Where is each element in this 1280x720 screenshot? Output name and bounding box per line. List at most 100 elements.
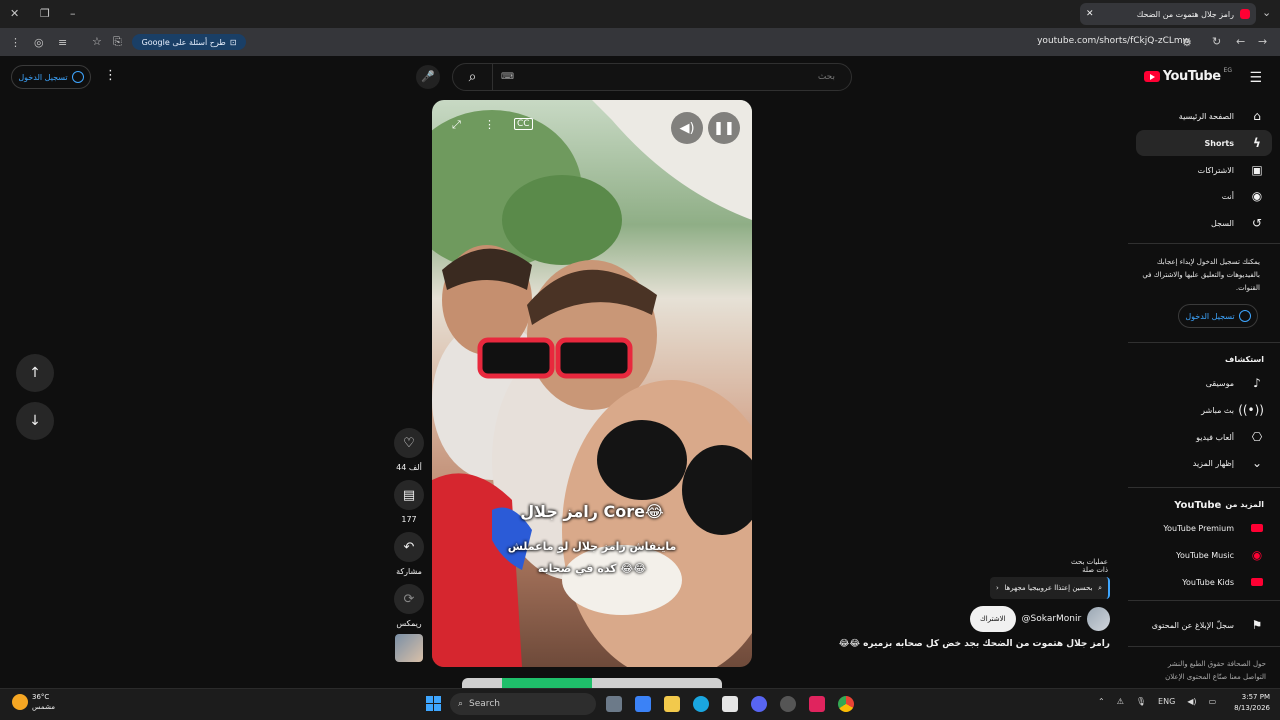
settings-app-icon[interactable]: [780, 696, 796, 712]
comment-icon: ▤: [402, 487, 416, 503]
sidebar-item-youtube-premium[interactable]: YouTube Premium: [1136, 515, 1272, 541]
related-search-chip[interactable]: ⌕ بحسين إعتذاا عروبيجيا مجهرها ‹: [990, 577, 1110, 599]
tab-search-icon[interactable]: ⌄: [1262, 6, 1271, 19]
bookmark-star-icon[interactable]: ☆: [92, 35, 102, 48]
captions-icon[interactable]: CC: [514, 118, 533, 130]
next-short-preview[interactable]: [462, 678, 722, 688]
taskbar-clock[interactable]: 3:57 PM 8/13/2026: [1228, 692, 1270, 714]
browser-tab[interactable]: رامز جلال هتموت من الضحك ✕: [1080, 3, 1256, 25]
subscriptions-icon: ▣: [1251, 163, 1263, 177]
profile-icon[interactable]: ◎: [34, 36, 44, 49]
task-view-icon[interactable]: [606, 696, 622, 712]
install-app-icon[interactable]: ⎘: [113, 35, 122, 49]
footer-line[interactable]: التواصل معنا صنّاع المحتوى الإعلان: [1146, 671, 1266, 684]
battery-icon[interactable]: ▭: [1209, 697, 1217, 706]
sidebar-item-gaming[interactable]: ⎔ ألعاب فيديو: [1136, 424, 1272, 450]
youtube-kids-icon: [1250, 575, 1264, 589]
sidebar-item-live[interactable]: ((•)) بث مباشر: [1136, 397, 1272, 423]
reading-list-icon[interactable]: ≡: [58, 36, 67, 49]
sidebar-item-music[interactable]: ♪ موسيقى: [1136, 370, 1272, 396]
menu-dots-icon[interactable]: ⋮: [10, 36, 21, 49]
microphone-icon[interactable]: 🎙: [1136, 697, 1146, 706]
sidebar-item-home[interactable]: ⌂ الصفحة الرئيسية: [1136, 103, 1272, 129]
comment-button[interactable]: ▤: [394, 480, 424, 510]
signin-button[interactable]: تسجيل الدخول: [11, 65, 91, 89]
sidebar-item-label: موسيقى: [1205, 378, 1234, 388]
forward-icon[interactable]: ←: [1236, 35, 1245, 48]
close-tab-icon[interactable]: ✕: [1086, 9, 1094, 19]
hamburger-menu-icon[interactable]: ☰: [1249, 70, 1262, 86]
history-icon: ↺: [1251, 216, 1263, 230]
store-app-icon[interactable]: [722, 696, 738, 712]
url-text[interactable]: youtube.com/shorts/fCkjQ-zCLmw: [1037, 36, 1190, 46]
sidebar-signin-button[interactable]: تسجيل الدخول: [1178, 304, 1258, 328]
search-icon: ⌕: [1098, 583, 1102, 592]
youtube-logo[interactable]: YouTube EG: [1143, 67, 1232, 84]
mute-button[interactable]: ◀): [671, 112, 703, 144]
close-window-icon[interactable]: ✕: [10, 7, 19, 20]
sidebar-item-youtube-music[interactable]: ◉ YouTube Music: [1136, 542, 1272, 568]
sidebar-item-you[interactable]: ◉ أنت: [1136, 183, 1272, 209]
divider: [1128, 487, 1280, 488]
browser-tab-bar: ✕ ❐ – ＋ ⌄ رامز جلال هتموت من الضحك ✕: [0, 0, 1280, 28]
tab-title: رامز جلال هتموت من الضحك: [1136, 9, 1234, 19]
weather-temp: 36°C: [32, 693, 50, 701]
next-short-button[interactable]: ↓: [16, 402, 54, 440]
search-icon[interactable]: ⌕: [453, 64, 493, 90]
sidebar-item-youtube-kids[interactable]: YouTube Kids: [1136, 569, 1272, 595]
expand-icon[interactable]: ⤢: [452, 118, 461, 132]
taskbar-search[interactable]: ⌕ Search: [450, 693, 596, 715]
edge-browser-icon[interactable]: [693, 696, 709, 712]
search-input[interactable]: [514, 72, 851, 82]
video-title[interactable]: رامز جلال هتموت من الضحك بجد خض كل صحابه…: [826, 639, 1110, 649]
share-button[interactable]: ↶: [394, 532, 424, 562]
back-icon[interactable]: →: [1258, 35, 1267, 48]
network-off-icon[interactable]: ⚠: [1117, 697, 1124, 706]
sound-thumbnail[interactable]: [395, 634, 423, 662]
remix-button[interactable]: ⟳: [394, 584, 424, 614]
weather-widget[interactable]: 36°C مشمس: [12, 692, 55, 712]
sidebar-item-shorts[interactable]: ϟ Shorts: [1136, 130, 1272, 156]
voice-search-icon[interactable]: 🎤: [416, 65, 440, 89]
shorts-video-player[interactable]: ⤢ ⋮ CC ◀) ❚❚ رامز جلال Core😂 مايتفاش رام…: [432, 100, 752, 667]
google-ask-chip[interactable]: ⊡ طرح أسئلة على Google: [132, 34, 246, 50]
like-button[interactable]: ♡: [394, 428, 424, 458]
speaker-icon[interactable]: ◀): [1187, 697, 1196, 706]
pocket-app-icon[interactable]: [809, 696, 825, 712]
sun-icon: [12, 694, 28, 710]
signin-label: تسجيل الدخول: [1185, 311, 1235, 321]
tray-chevron-up-icon[interactable]: ⌃: [1098, 697, 1105, 706]
more-options-icon[interactable]: ⋮: [484, 118, 495, 131]
sidebar-item-show-more[interactable]: ⌄ إظهار المزيد: [1136, 450, 1272, 476]
settings-dots-icon[interactable]: ⋮: [104, 68, 117, 83]
sidebar-item-report[interactable]: ⚑ سجلّ الإبلاغ عن المحتوى: [1136, 612, 1272, 638]
channel-avatar[interactable]: [1087, 607, 1110, 631]
arrow-up-icon: ↑: [29, 365, 41, 381]
file-explorer-icon[interactable]: [664, 696, 680, 712]
restore-window-icon[interactable]: ❐: [40, 7, 50, 20]
channel-row: @SokarMonir الاشتراك: [970, 605, 1110, 633]
subscribe-button[interactable]: الاشتراك: [970, 606, 1016, 632]
sidebar-item-label: أنت: [1221, 191, 1234, 201]
channel-name[interactable]: @SokarMonir: [1022, 614, 1082, 624]
site-settings-icon[interactable]: ⚙: [1182, 36, 1192, 49]
sidebar-item-subscriptions[interactable]: ▣ الاشتراكات: [1136, 157, 1272, 183]
logo-region: EG: [1223, 67, 1232, 74]
reload-icon[interactable]: ↻: [1212, 35, 1221, 48]
volume-icon: ◀): [679, 120, 695, 136]
discord-app-icon[interactable]: [751, 696, 767, 712]
pause-button[interactable]: ❚❚: [708, 112, 740, 144]
explore-title: استكشاف: [1225, 355, 1264, 364]
widgets-app-icon[interactable]: [635, 696, 651, 712]
footer-line[interactable]: حول الصحافة حقوق الطبع والنشر: [1146, 658, 1266, 671]
sidebar-item-label: بث مباشر: [1201, 405, 1234, 415]
chrome-app-icon[interactable]: [838, 696, 854, 712]
minimize-window-icon[interactable]: –: [70, 7, 76, 20]
previous-short-button[interactable]: ↑: [16, 354, 54, 392]
keyboard-icon[interactable]: ⌨: [501, 72, 514, 82]
arrow-down-icon: ↓: [29, 413, 41, 429]
start-button[interactable]: [426, 696, 441, 711]
sidebar-item-history[interactable]: ↺ السجل: [1136, 210, 1272, 236]
video-frame: [432, 100, 752, 667]
language-indicator[interactable]: ENG: [1158, 697, 1175, 706]
